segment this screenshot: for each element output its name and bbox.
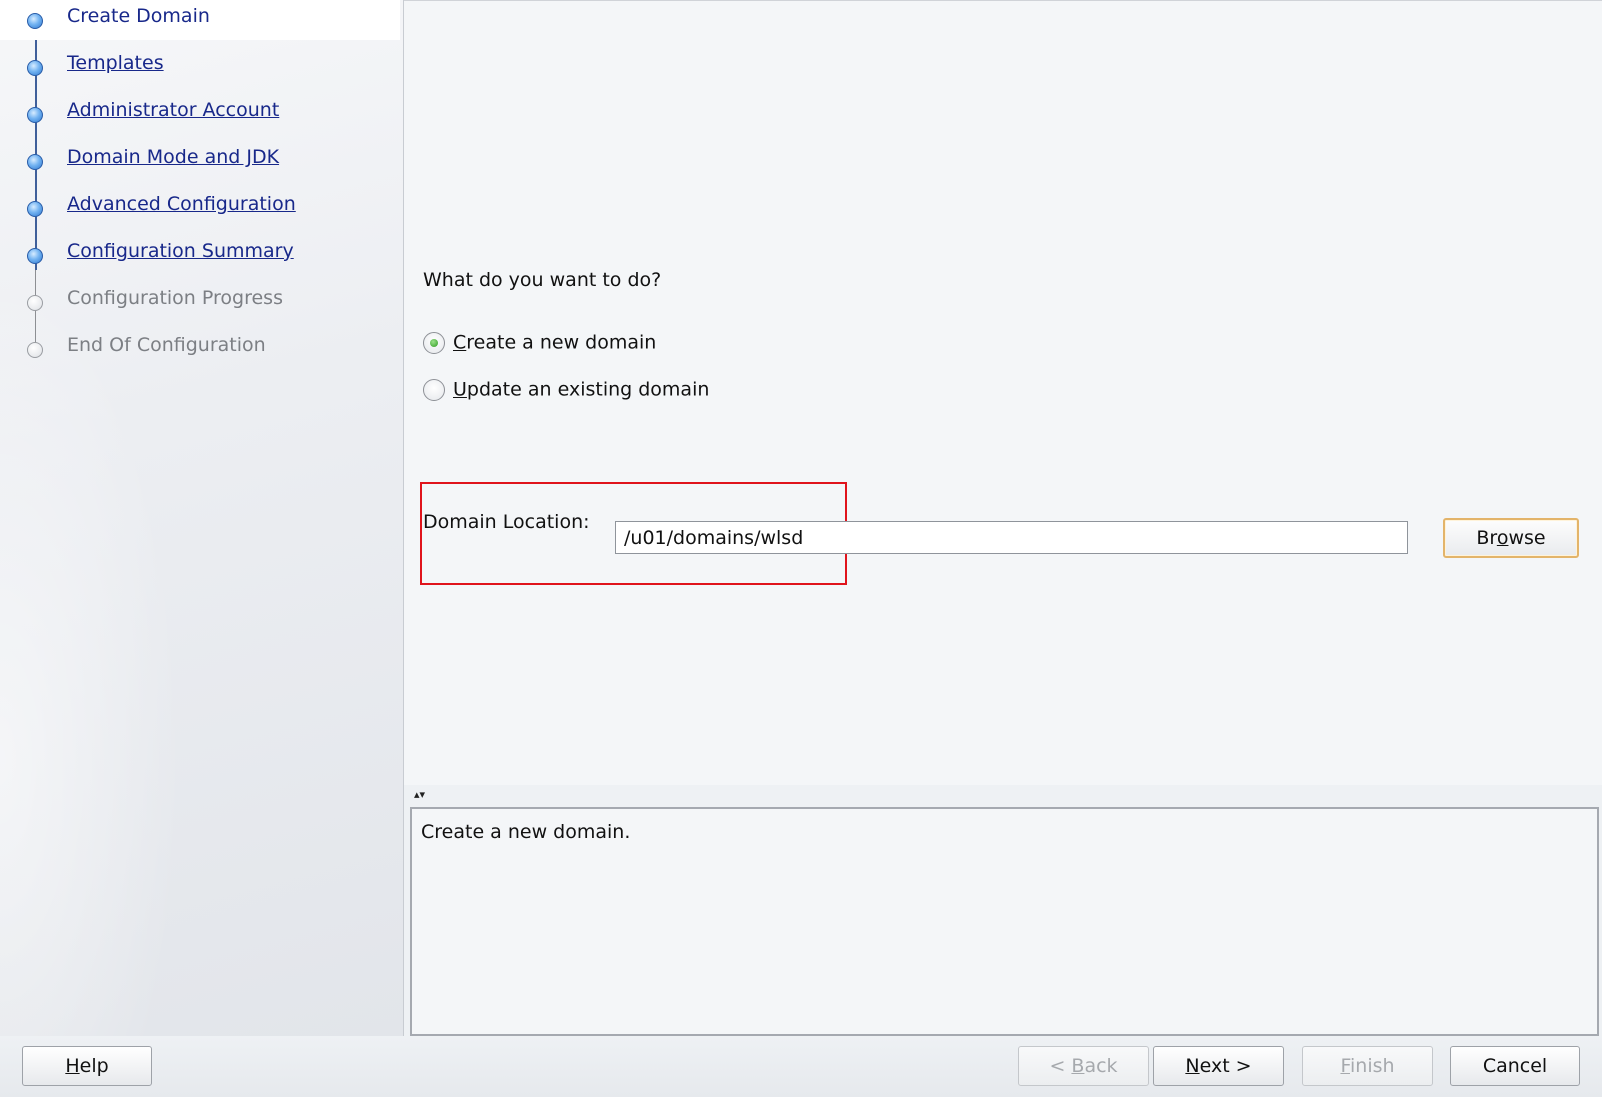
back-button[interactable]: < Back — [1018, 1046, 1149, 1086]
finish-button[interactable]: Finish — [1302, 1046, 1433, 1086]
step-link[interactable]: Configuration Summary — [67, 240, 294, 262]
wizard-footer: Help < Back Next > Finish Cancel — [0, 1036, 1602, 1097]
update-existing-domain-option[interactable]: Update an existing domain — [423, 378, 709, 406]
description-panel: Create a new domain. — [410, 807, 1599, 1036]
step-node-empty-icon — [26, 341, 44, 359]
step-link[interactable]: Administrator Account — [67, 99, 279, 121]
splitter-arrows-icon[interactable]: ▴▾ — [414, 788, 425, 801]
next-button[interactable]: Next > — [1153, 1046, 1284, 1086]
step-end-of-configuration: End Of Configuration — [0, 329, 403, 369]
create-new-domain-option[interactable]: Create a new domain — [423, 331, 656, 359]
step-node-icon — [26, 200, 44, 218]
help-button[interactable]: Help — [22, 1046, 152, 1086]
content-panel: What do you want to do? Create a new dom… — [404, 0, 1602, 786]
radio-create-new-domain[interactable] — [423, 331, 445, 354]
radio-update-existing-domain[interactable] — [423, 378, 445, 401]
step-domain-mode-jdk[interactable]: Domain Mode and JDK — [0, 141, 403, 181]
step-node-icon — [26, 59, 44, 77]
step-create-domain[interactable]: Create Domain — [0, 0, 400, 40]
step-node-icon — [26, 247, 44, 265]
step-configuration-progress: Configuration Progress — [0, 282, 403, 322]
radio-label: Update an existing domain — [453, 378, 710, 401]
question-label: What do you want to do? — [423, 269, 662, 291]
step-node-current-icon — [26, 12, 44, 30]
step-link[interactable]: Templates — [67, 52, 164, 74]
step-label: End Of Configuration — [67, 334, 266, 356]
step-navigator: Create Domain Templates Administrator Ac… — [0, 0, 404, 1038]
radio-label: Create a new domain — [453, 331, 657, 354]
step-link[interactable]: Domain Mode and JDK — [67, 146, 279, 168]
domain-location-label: Domain Location: — [423, 511, 590, 533]
browse-button[interactable]: Browse — [1443, 518, 1579, 558]
domain-location-input[interactable] — [615, 521, 1408, 554]
panel-splitter[interactable]: ▴▾ — [404, 785, 1602, 807]
step-advanced-configuration[interactable]: Advanced Configuration — [0, 188, 403, 228]
step-node-icon — [26, 106, 44, 124]
step-label: Create Domain — [67, 5, 210, 27]
step-administrator-account[interactable]: Administrator Account — [0, 94, 403, 134]
step-configuration-summary[interactable]: Configuration Summary — [0, 235, 403, 275]
step-link[interactable]: Advanced Configuration — [67, 193, 296, 215]
step-templates[interactable]: Templates — [0, 47, 403, 87]
step-label: Configuration Progress — [67, 287, 283, 309]
cancel-button[interactable]: Cancel — [1450, 1046, 1580, 1086]
step-node-empty-icon — [26, 294, 44, 312]
description-text: Create a new domain. — [421, 821, 631, 843]
step-node-icon — [26, 153, 44, 171]
